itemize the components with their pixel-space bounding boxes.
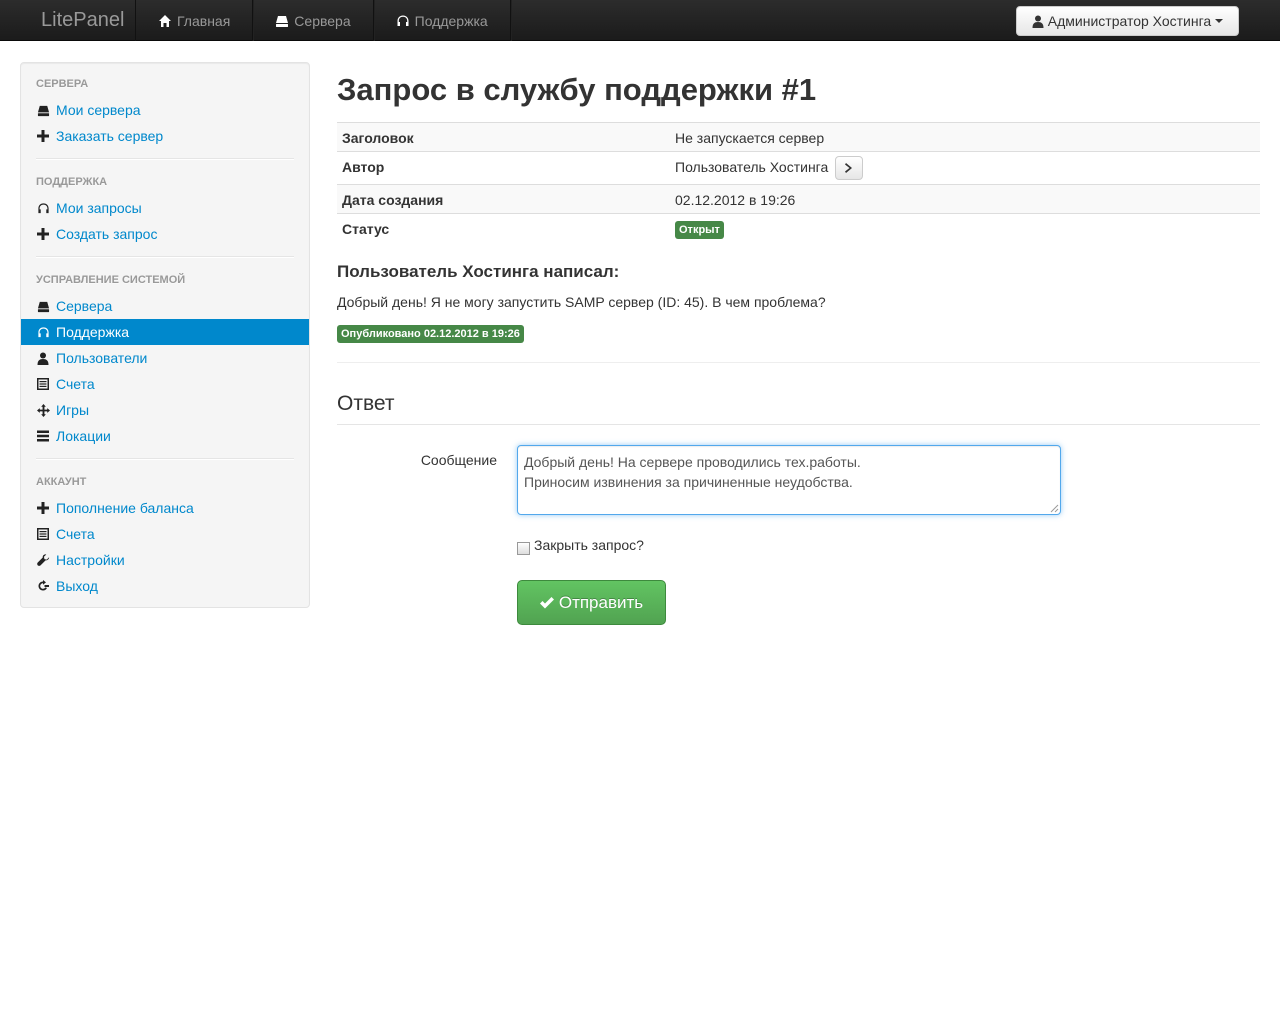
brand-logo[interactable]: LitePanel (41, 9, 124, 32)
user-icon (1032, 15, 1044, 28)
page-title: Запрос в службу поддержки #1 (337, 72, 817, 107)
user-menu-button[interactable]: Администратор Хостинга (1016, 6, 1239, 36)
sidebar-item-label: Сервера (56, 298, 113, 314)
sidebar-item-games[interactable]: Игры (21, 397, 309, 423)
close-ticket-checkbox[interactable] (517, 542, 530, 555)
hdd-icon (275, 14, 289, 28)
plus-icon (36, 227, 50, 241)
headphones-icon (396, 14, 410, 28)
headphones-icon (36, 325, 50, 339)
sidebar-item-users[interactable]: Пользователи (21, 345, 309, 371)
sidebar-item-locations[interactable]: Локации (21, 423, 309, 449)
table-row: Дата создания 02.12.2012 в 19:26 (337, 184, 1260, 213)
list-alt-icon (36, 527, 50, 541)
sidebar: Сервера Мои сервера Заказать сервер Подд… (20, 62, 310, 608)
sidebar-item-logout[interactable]: Выход (21, 573, 309, 599)
sidebar-item-label: Настройки (56, 552, 125, 568)
message-text: Добрый день! Я не могу запустить SAMP се… (337, 294, 826, 310)
status-label: Статус (342, 221, 390, 237)
sidebar-item-label: Поддержка (56, 324, 130, 340)
reply-message-textarea[interactable]: Добрый день! На сервере проводились тех.… (517, 445, 1061, 515)
sidebar-header-servers: Сервера (36, 78, 89, 90)
wrench-icon (36, 553, 50, 567)
sidebar-item-label: Заказать сервер (56, 128, 164, 144)
status-badge: Открыт (675, 221, 724, 239)
date-label: Дата создания (342, 192, 444, 208)
sidebar-item-settings[interactable]: Настройки (21, 547, 309, 573)
sidebar-item-label: Пополнение баланса (56, 500, 194, 516)
plus-icon (36, 129, 50, 143)
sidebar-header-system: Усправление системой (36, 274, 186, 286)
nav-servers-label: Сервера (294, 12, 351, 29)
sidebar-item-invoices[interactable]: Счета (21, 371, 309, 397)
sidebar-item-top-up[interactable]: Пополнение баланса (21, 495, 309, 521)
sidebar-item-my-tickets[interactable]: Мои запросы (21, 195, 309, 221)
sidebar-item-order-server[interactable]: Заказать сервер (21, 123, 309, 149)
status-badge-wrap: Открыт (675, 220, 724, 239)
legend-underline (337, 424, 1260, 425)
subject-value: Не запускается сервер (675, 130, 825, 146)
table-row: Заголовок Не запускается сервер (337, 122, 1260, 151)
message-field-label: Сообщение (420, 452, 497, 468)
view-author-button[interactable] (835, 156, 863, 180)
plus-icon (36, 501, 50, 515)
sidebar-item-create-ticket[interactable]: Создать запрос (21, 221, 309, 247)
main-nav: Главная Сервера Поддержка (135, 0, 511, 41)
nav-home[interactable]: Главная (135, 0, 254, 41)
table-row: Статус Открыт (337, 213, 1260, 243)
caret-down-icon (1215, 19, 1224, 23)
submit-button[interactable]: Отправить (517, 580, 666, 625)
sidebar-item-my-servers[interactable]: Мои сервера (21, 97, 309, 123)
sidebar-item-label: Игры (56, 402, 90, 418)
nav-servers[interactable]: Сервера (253, 0, 374, 41)
sidebar-header-support: Поддержка (36, 176, 108, 188)
sidebar-item-label: Мои запросы (56, 200, 142, 216)
hdd-icon (36, 103, 50, 117)
sidebar-header-account: Аккаунт (36, 476, 87, 488)
list-icon (36, 429, 50, 443)
reply-legend: Ответ (337, 392, 395, 415)
author-value: Пользователь Хостинга (675, 159, 829, 175)
sidebar-item-label: Локации (56, 428, 111, 444)
sidebar-item-account-invoices[interactable]: Счета (21, 521, 309, 547)
top-navbar: LitePanel Главная Сервера Поддержка Адми… (0, 0, 1280, 41)
message-author-heading: Пользователь Хостинга написал: (337, 262, 620, 281)
submit-button-label: Отправить (558, 592, 644, 612)
close-ticket-label[interactable]: Закрыть запрос? (534, 537, 644, 553)
sidebar-item-label: Создать запрос (56, 226, 158, 242)
home-icon (158, 14, 172, 28)
user-menu-label: Администратор Хостинга (1047, 13, 1212, 29)
author-label: Автор (342, 159, 385, 175)
table-row: Автор Пользователь Хостинга (337, 151, 1260, 184)
sidebar-item-admin-servers[interactable]: Сервера (21, 293, 309, 319)
sidebar-divider (36, 458, 294, 460)
sidebar-item-label: Мои сервера (56, 102, 141, 118)
nav-support[interactable]: Поддержка (374, 0, 511, 41)
headphones-icon (36, 201, 50, 215)
sidebar-divider (36, 158, 294, 160)
separator (337, 362, 1260, 363)
published-badge-wrap: Опубликовано 02.12.2012 в 19:26 (337, 324, 524, 343)
resize-grip-icon[interactable] (1049, 503, 1059, 513)
nav-support-label: Поддержка (414, 12, 488, 29)
subject-label: Заголовок (342, 130, 414, 146)
sidebar-item-label: Счета (56, 526, 95, 542)
hdd-icon (36, 299, 50, 313)
nav-home-label: Главная (177, 12, 231, 29)
user-icon (36, 351, 50, 365)
check-icon (539, 596, 554, 608)
move-icon (36, 403, 50, 417)
list-alt-icon (36, 377, 50, 391)
sidebar-item-admin-support[interactable]: Поддержка (21, 319, 309, 345)
sidebar-divider (36, 256, 294, 258)
published-badge: Опубликовано 02.12.2012 в 19:26 (337, 325, 524, 343)
date-value: 02.12.2012 в 19:26 (675, 192, 796, 208)
sidebar-item-label: Пользователи (56, 350, 148, 366)
chevron-right-icon (845, 163, 852, 173)
share-icon (36, 579, 50, 593)
sidebar-item-label: Счета (56, 376, 95, 392)
sidebar-item-label: Выход (56, 578, 98, 594)
